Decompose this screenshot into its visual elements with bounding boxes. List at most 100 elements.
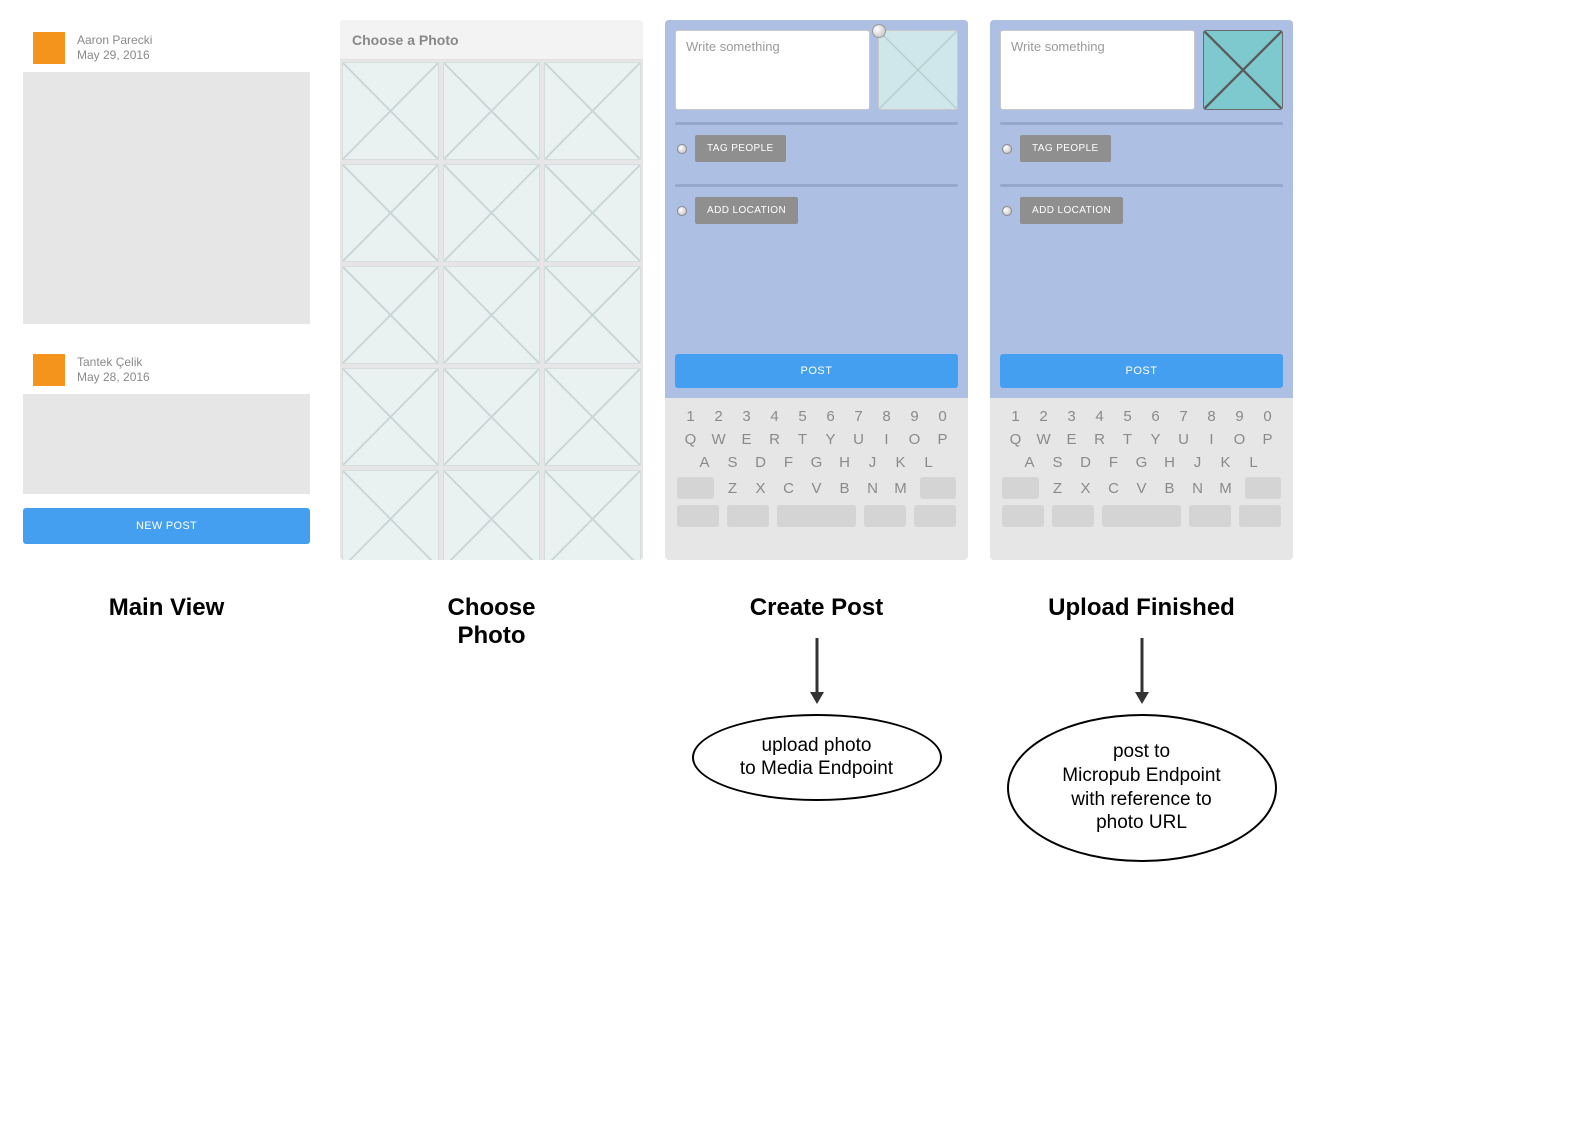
keyboard-key[interactable]: R <box>1093 431 1107 448</box>
photo-thumbnail[interactable] <box>544 470 641 560</box>
photo-thumbnail[interactable] <box>544 62 641 160</box>
keyboard-key[interactable]: M <box>894 480 908 497</box>
keyboard-key[interactable]: T <box>1121 431 1135 448</box>
keyboard-key[interactable]: M <box>1219 480 1233 497</box>
keyboard-shift-key[interactable] <box>677 477 714 499</box>
keyboard-modifier-key[interactable] <box>1052 505 1094 527</box>
keyboard-key[interactable]: U <box>1177 431 1191 448</box>
keyboard-key[interactable]: Q <box>684 431 698 448</box>
photo-thumbnail[interactable] <box>342 62 439 160</box>
keyboard-key[interactable]: 8 <box>880 408 894 425</box>
keyboard-key[interactable]: D <box>754 454 768 471</box>
keyboard-key[interactable]: Z <box>726 480 740 497</box>
keyboard-modifier-key[interactable] <box>1002 505 1044 527</box>
keyboard-key[interactable]: 1 <box>1009 408 1023 425</box>
keyboard-key[interactable]: Q <box>1009 431 1023 448</box>
keyboard-key[interactable]: K <box>1219 454 1233 471</box>
photo-thumbnail[interactable] <box>443 470 540 560</box>
keyboard-key[interactable]: A <box>1023 454 1037 471</box>
keyboard-key[interactable]: 2 <box>712 408 726 425</box>
compose-attached-photo[interactable] <box>878 30 958 110</box>
photo-thumbnail[interactable] <box>342 266 439 364</box>
post-button[interactable]: POST <box>1000 354 1283 388</box>
keyboard-key[interactable]: J <box>1191 454 1205 471</box>
keyboard-key[interactable]: O <box>1233 431 1247 448</box>
keyboard-key[interactable]: O <box>908 431 922 448</box>
keyboard-key[interactable]: 7 <box>852 408 866 425</box>
keyboard-key[interactable]: 5 <box>796 408 810 425</box>
keyboard-shift-key[interactable] <box>1002 477 1039 499</box>
keyboard-key[interactable]: 0 <box>936 408 950 425</box>
keyboard-key[interactable]: L <box>922 454 936 471</box>
keyboard-key[interactable]: B <box>1163 480 1177 497</box>
keyboard-key[interactable]: N <box>866 480 880 497</box>
keyboard-key[interactable]: F <box>1107 454 1121 471</box>
keyboard-key[interactable]: W <box>1037 431 1051 448</box>
keyboard-key[interactable]: F <box>782 454 796 471</box>
keyboard-return-key[interactable] <box>1239 505 1281 527</box>
keyboard-key[interactable]: 3 <box>1065 408 1079 425</box>
keyboard-key[interactable]: 5 <box>1121 408 1135 425</box>
keyboard-key[interactable]: I <box>1205 431 1219 448</box>
keyboard-key[interactable]: Y <box>1149 431 1163 448</box>
keyboard-key[interactable]: I <box>880 431 894 448</box>
new-post-button[interactable]: NEW POST <box>23 508 310 544</box>
keyboard-modifier-key[interactable] <box>864 505 906 527</box>
keyboard-key[interactable]: H <box>1163 454 1177 471</box>
keyboard-key[interactable]: P <box>1261 431 1275 448</box>
keyboard-key[interactable]: V <box>1135 480 1149 497</box>
keyboard-key[interactable]: R <box>768 431 782 448</box>
keyboard-key[interactable]: U <box>852 431 866 448</box>
keyboard-key[interactable]: 2 <box>1037 408 1051 425</box>
add-location-button[interactable]: ADD LOCATION <box>1020 197 1123 224</box>
on-screen-keyboard[interactable]: 1234567890 QWERTYUIOP ASDFGHJKL ZXCVBNM <box>665 398 968 539</box>
keyboard-key[interactable]: C <box>782 480 796 497</box>
keyboard-modifier-key[interactable] <box>1189 505 1231 527</box>
keyboard-key[interactable]: 9 <box>1233 408 1247 425</box>
keyboard-key[interactable]: G <box>810 454 824 471</box>
keyboard-key[interactable]: 3 <box>740 408 754 425</box>
keyboard-key[interactable]: 4 <box>1093 408 1107 425</box>
photo-thumbnail[interactable] <box>443 368 540 466</box>
photo-thumbnail[interactable] <box>544 368 641 466</box>
keyboard-key[interactable]: 1 <box>684 408 698 425</box>
keyboard-key[interactable]: W <box>712 431 726 448</box>
keyboard-key[interactable]: J <box>866 454 880 471</box>
keyboard-key[interactable]: E <box>1065 431 1079 448</box>
keyboard-key[interactable]: N <box>1191 480 1205 497</box>
keyboard-key[interactable]: H <box>838 454 852 471</box>
keyboard-key[interactable]: K <box>894 454 908 471</box>
keyboard-key[interactable]: 6 <box>824 408 838 425</box>
keyboard-spacebar[interactable] <box>777 505 856 527</box>
keyboard-key[interactable]: G <box>1135 454 1149 471</box>
keyboard-key[interactable]: X <box>754 480 768 497</box>
keyboard-key[interactable]: S <box>1051 454 1065 471</box>
keyboard-backspace-key[interactable] <box>920 477 957 499</box>
keyboard-key[interactable]: D <box>1079 454 1093 471</box>
add-location-button[interactable]: ADD LOCATION <box>695 197 798 224</box>
keyboard-key[interactable]: B <box>838 480 852 497</box>
keyboard-modifier-key[interactable] <box>727 505 769 527</box>
keyboard-return-key[interactable] <box>914 505 956 527</box>
keyboard-key[interactable]: 4 <box>768 408 782 425</box>
photo-thumbnail[interactable] <box>544 266 641 364</box>
photo-thumbnail[interactable] <box>342 368 439 466</box>
keyboard-key[interactable]: 6 <box>1149 408 1163 425</box>
keyboard-key[interactable]: 8 <box>1205 408 1219 425</box>
post-button[interactable]: POST <box>675 354 958 388</box>
photo-thumbnail[interactable] <box>443 164 540 262</box>
keyboard-key[interactable]: P <box>936 431 950 448</box>
photo-thumbnail[interactable] <box>342 164 439 262</box>
keyboard-backspace-key[interactable] <box>1245 477 1282 499</box>
keyboard-spacebar[interactable] <box>1102 505 1181 527</box>
keyboard-key[interactable]: 7 <box>1177 408 1191 425</box>
keyboard-key[interactable]: A <box>698 454 712 471</box>
keyboard-key[interactable]: C <box>1107 480 1121 497</box>
keyboard-key[interactable]: L <box>1247 454 1261 471</box>
compose-text-input[interactable]: Write something <box>675 30 870 110</box>
keyboard-key[interactable]: T <box>796 431 810 448</box>
keyboard-key[interactable]: V <box>810 480 824 497</box>
keyboard-key[interactable]: S <box>726 454 740 471</box>
on-screen-keyboard[interactable]: 1234567890 QWERTYUIOP ASDFGHJKL ZXCVBNM <box>990 398 1293 539</box>
keyboard-key[interactable]: Y <box>824 431 838 448</box>
